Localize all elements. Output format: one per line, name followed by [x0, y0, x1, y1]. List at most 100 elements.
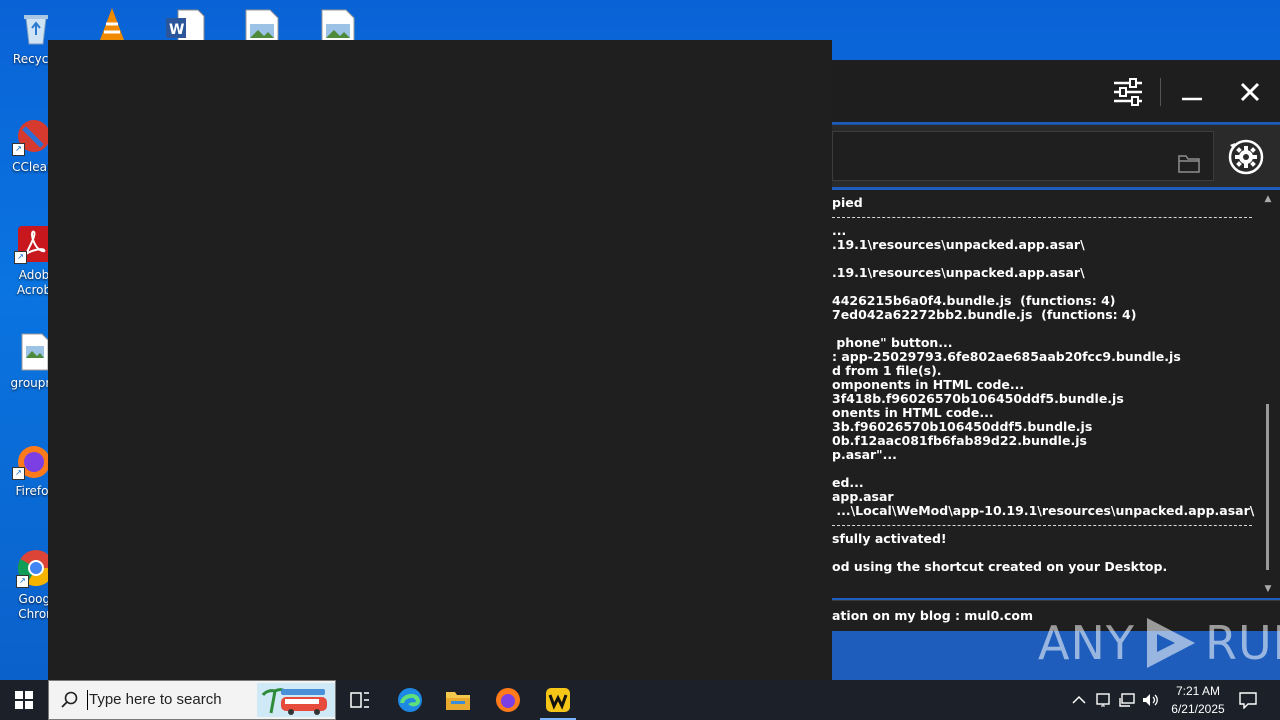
log-separator [832, 210, 1256, 224]
gear-refresh-icon [1228, 139, 1264, 175]
shortcut-arrow-icon: ↗ [16, 575, 29, 588]
taskbar-task-view[interactable] [336, 680, 384, 720]
log-line: app.asar [832, 490, 894, 504]
scroll-thumb[interactable] [1266, 404, 1269, 570]
log-lines: pied... .19.1\resources\unpacked.app.asar… [832, 196, 1256, 574]
clock-time: 7:21 AM [1175, 684, 1221, 698]
sliders-icon [1114, 78, 1142, 106]
activator-tool-window: pied... .19.1\resources\unpacked.app.asar… [832, 60, 1280, 680]
tray-network[interactable] [1116, 680, 1138, 720]
blank-black-window[interactable] [48, 40, 832, 680]
edge-icon [398, 688, 422, 712]
play-triangle-icon [1146, 618, 1195, 668]
watermark-left: ANY [1038, 616, 1135, 670]
log-line: ... [832, 224, 847, 238]
file-explorer-icon [446, 692, 470, 710]
tool-toolbar [832, 124, 1280, 187]
vlc-icon [100, 8, 124, 40]
notification-icon [1239, 692, 1257, 709]
close-icon [1240, 82, 1260, 102]
taskbar-firefox[interactable] [484, 680, 532, 720]
close-button[interactable] [1230, 72, 1270, 112]
log-scrollbar[interactable]: ▲ ▼ [1262, 190, 1274, 598]
desktop-icon-vlc[interactable] [92, 6, 132, 42]
taskbar: Type here to search 7:21 AM 6/21/2025 [0, 680, 1280, 720]
start-button[interactable] [0, 680, 48, 720]
activate-gear-button[interactable] [1226, 137, 1266, 177]
log-line: 3f418b.f96026570b106450ddf5.bundle.js [832, 392, 1124, 406]
log-line: phone" button... [832, 336, 953, 350]
log-line: p.asar"... [832, 448, 897, 462]
activation-log: pied... .19.1\resources\unpacked.app.asar… [832, 190, 1280, 598]
log-line: 3b.f96026570b106450ddf5.bundle.js [832, 420, 1093, 434]
notifications-button[interactable] [1236, 680, 1260, 720]
titlebar-separator [1160, 78, 1161, 106]
path-input[interactable] [832, 131, 1214, 181]
tray-security[interactable] [1092, 680, 1114, 720]
settings-sliders-button[interactable] [1108, 72, 1148, 112]
tool-titlebar [832, 60, 1280, 122]
image-file-icon [321, 9, 355, 43]
shortcut-arrow-icon: ↗ [12, 143, 25, 156]
network-icon [1119, 693, 1135, 707]
desktop-icon-word-doc[interactable]: W [164, 8, 206, 43]
shortcut-arrow-icon: ↗ [12, 467, 25, 480]
scroll-down-arrow-icon[interactable]: ▼ [1262, 582, 1274, 596]
firefox-icon: ↗ [12, 440, 52, 480]
taskbar-wemod[interactable] [534, 680, 582, 720]
windows-logo-icon [15, 691, 33, 709]
log-line: od using the shortcut created on your De… [832, 560, 1168, 574]
tray-volume[interactable] [1140, 680, 1162, 720]
desktop-icon-image-1[interactable] [244, 8, 280, 43]
log-line: pied [832, 196, 863, 210]
minimize-button[interactable] [1172, 72, 1212, 112]
clock-date: 6/21/2025 [1171, 702, 1225, 716]
desktop-icon-image-2[interactable] [320, 8, 356, 43]
taskbar-file-explorer[interactable] [434, 680, 482, 720]
taskbar-search-box[interactable]: Type here to search [48, 680, 336, 720]
scroll-up-arrow-icon[interactable]: ▲ [1262, 192, 1274, 206]
taskbar-edge[interactable] [386, 680, 434, 720]
log-line: 0b.f12aac081fb6fab89d22.bundle.js [832, 434, 1087, 448]
log-line: sfully activated! [832, 532, 947, 546]
browse-folder-button[interactable] [1171, 145, 1207, 181]
shortcut-arrow-icon: ↗ [14, 251, 27, 264]
log-line: ed... [832, 476, 864, 490]
chevron-up-icon [1072, 695, 1086, 704]
word-document-icon: W [166, 9, 205, 43]
log-line: .19.1\resources\unpacked.app.asar\ [832, 238, 1085, 252]
log-line: .19.1\resources\unpacked.app.asar\ [832, 266, 1085, 280]
search-icon [61, 691, 78, 708]
log-line: d from 1 file(s). [832, 364, 942, 378]
log-line: omponents in HTML code... [832, 378, 1025, 392]
folder-icon [1178, 155, 1200, 173]
task-view-icon [350, 692, 369, 708]
image-file-icon [245, 9, 279, 43]
search-highlight-illustration-icon [257, 683, 335, 717]
tray-overflow-chevron[interactable] [1068, 680, 1090, 720]
ccleaner-icon: ↗ [12, 116, 52, 156]
log-line: 4426215b6a0f4.bundle.js (functions: 4) [832, 294, 1116, 308]
anyrun-watermark: ANY RUN [1038, 614, 1280, 672]
search-placeholder: Type here to search [89, 691, 222, 708]
shield-icon [1096, 693, 1110, 707]
log-separator [832, 518, 1256, 532]
watermark-right: RUN [1204, 616, 1280, 670]
log-line: onents in HTML code... [832, 406, 994, 420]
log-line: 7ed042a62272bb2.bundle.js (functions: 4) [832, 308, 1137, 322]
svg-text:W: W [169, 22, 184, 38]
status-text: ation on my blog : mul0.com [832, 608, 1034, 623]
log-line: ...\Local\WeMod\app-10.19.1\resources\un… [832, 504, 1255, 518]
firefox-icon [496, 688, 520, 712]
taskbar-clock[interactable]: 7:21 AM 6/21/2025 [1160, 682, 1236, 718]
minimize-icon [1182, 97, 1202, 101]
volume-icon [1143, 694, 1158, 706]
text-caret [87, 690, 88, 710]
log-line: : app-25029793.6fe802ae685aab20fcc9.bund… [832, 350, 1181, 364]
wemod-icon [546, 688, 570, 712]
